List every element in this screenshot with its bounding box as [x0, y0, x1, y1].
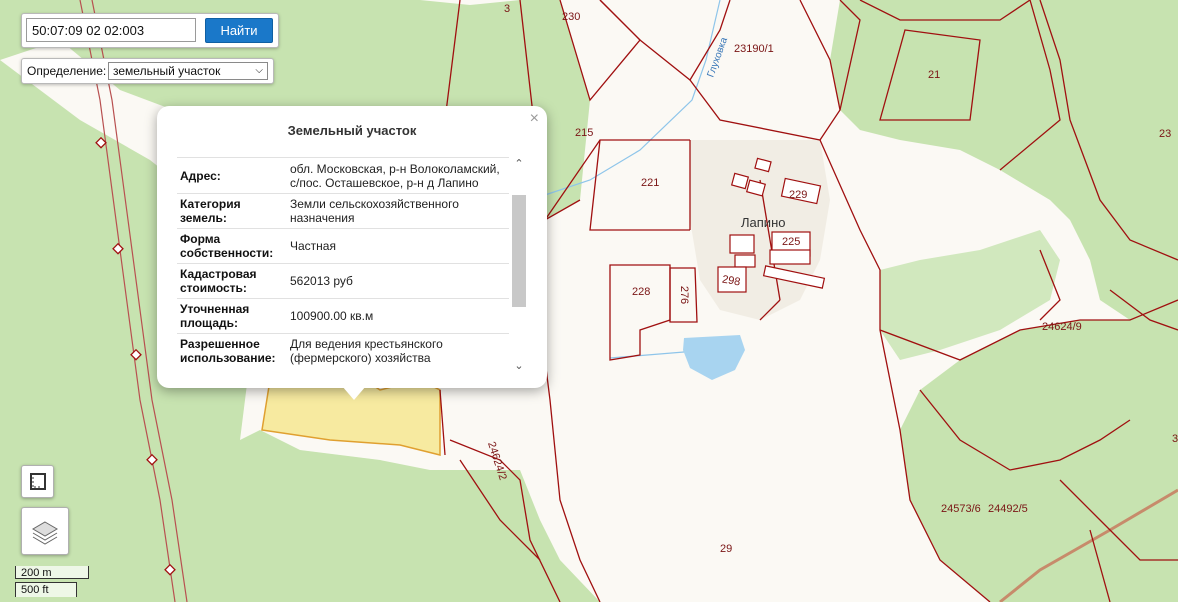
info-row-address: Адрес: обл. Московская, р-н Волоколамски… — [177, 157, 509, 194]
parcel-label: 221 — [641, 177, 660, 189]
popup-scrollbar[interactable]: ⌃ ⌄ — [511, 157, 527, 373]
info-key: Форма собственности: — [177, 228, 287, 264]
popup-pointer — [342, 386, 366, 400]
parcel-info-popup: × Земельный участок Адрес: обл. Московск… — [157, 106, 547, 400]
ruler-icon — [30, 473, 46, 490]
info-key: Адрес: — [177, 157, 287, 194]
parcel-label: 21 — [928, 69, 941, 81]
ruler-button[interactable] — [21, 465, 54, 498]
scroll-up-icon[interactable]: ⌃ — [511, 157, 527, 171]
definition-selected-value: земельный участок — [113, 64, 221, 78]
info-row-area: Уточненная площадь: 100900.00 кв.м — [177, 298, 509, 334]
info-key: Кадастровая стоимость: — [177, 263, 287, 299]
info-key: Категория земель: — [177, 193, 287, 229]
parcel-label: 23190/1 — [734, 43, 774, 55]
layers-button[interactable] — [21, 507, 69, 555]
scroll-thumb[interactable] — [512, 195, 526, 307]
parcel-label: 24573/6 — [941, 503, 981, 515]
parcel-label: 29 — [720, 543, 733, 555]
layers-icon — [32, 521, 58, 545]
definition-select[interactable]: земельный участок ⌵ — [108, 62, 268, 80]
parcel-label: 24624/9 — [1042, 321, 1082, 333]
info-value: Для ведения крестьянского (фермерского) … — [287, 333, 509, 369]
info-value: 100900.00 кв.м — [287, 298, 509, 334]
cadastral-number-input[interactable] — [26, 18, 196, 42]
info-row-permitted-use: Разрешенное использование: Для ведения к… — [177, 333, 509, 369]
chevron-down-icon: ⌵ — [255, 65, 263, 76]
parcel-label: 24492/5 — [988, 503, 1028, 515]
definition-label: Определение: — [27, 64, 107, 78]
parcel-label: 229 — [789, 189, 808, 201]
parcel-label: 23 — [1159, 128, 1172, 140]
scroll-down-icon[interactable]: ⌄ — [511, 359, 527, 373]
search-button[interactable]: Найти — [205, 18, 273, 43]
info-value: 562013 руб — [287, 263, 509, 299]
info-value: Частная — [287, 228, 509, 264]
info-row-cost: Кадастровая стоимость: 562013 руб — [177, 263, 509, 299]
info-key: Уточненная площадь: — [177, 298, 287, 334]
definition-panel: Определение: земельный участок ⌵ — [21, 58, 274, 84]
scale-metric-label: 200 m — [21, 567, 52, 579]
parcel-label: 228 — [632, 286, 651, 298]
info-row-category: Категория земель: Земли сельскохозяйстве… — [177, 193, 509, 229]
info-value: обл. Московская, р-н Волоколамский, с/по… — [287, 157, 509, 194]
parcel-label: 225 — [782, 236, 801, 248]
village-label: Лапино — [741, 215, 786, 230]
info-key: Разрешенное использование: — [177, 333, 287, 369]
parcel-info-table: Адрес: обл. Московская, р-н Волоколамски… — [177, 157, 509, 369]
parcel-label: 230 — [562, 11, 581, 23]
search-panel: Найти — [21, 13, 279, 48]
popup-title: Земельный участок — [287, 123, 417, 138]
parcel-label: 3 — [504, 3, 511, 15]
parcel-label: 276 — [678, 285, 691, 305]
scale-imperial-label: 500 ft — [21, 584, 49, 596]
parcel-label: 215 — [575, 127, 594, 139]
parcel-label: 3 — [1172, 433, 1178, 445]
info-row-ownership: Форма собственности: Частная — [177, 228, 509, 264]
info-value: Земли сельскохозяйственного назначения — [287, 193, 509, 229]
